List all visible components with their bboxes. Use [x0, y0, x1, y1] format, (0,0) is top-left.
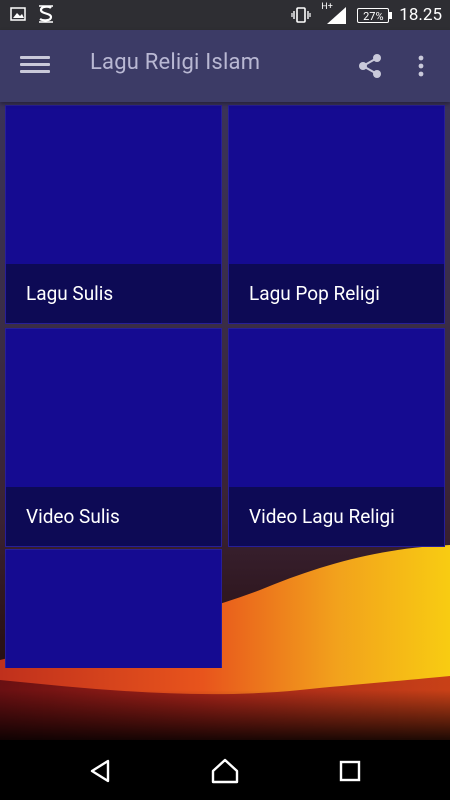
image-notification-icon — [10, 7, 26, 21]
tile-video-sulis[interactable]: Video Sulis — [5, 328, 222, 547]
status-bar: H+ 27% 18.25 — [0, 0, 450, 30]
app-title: Lagu Religi Islam — [90, 50, 261, 75]
back-button[interactable] — [84, 754, 118, 788]
tile-video-lagu-religi[interactable]: Video Lagu Religi — [228, 328, 445, 547]
battery-level: 27% — [363, 9, 384, 23]
tile-caption: Video Lagu Religi — [229, 487, 444, 546]
tile-caption: Lagu Pop Religi — [229, 264, 444, 323]
share-button[interactable] — [356, 52, 384, 80]
share-icon — [359, 54, 381, 78]
navigation-bar — [0, 740, 450, 800]
tile-caption: Video Sulis — [6, 487, 221, 546]
category-grid: Lagu Sulis Lagu Pop Religi Video Sulis V… — [0, 102, 450, 668]
more-vert-icon — [418, 55, 424, 77]
tile-fifth-partial[interactable] — [5, 549, 222, 668]
menu-button[interactable] — [20, 52, 50, 82]
app-bar: Lagu Religi Islam — [0, 30, 450, 102]
battery-icon: 27% — [357, 7, 393, 23]
menu-icon — [20, 56, 50, 73]
more-options-button[interactable] — [414, 52, 428, 80]
tile-caption: Lagu Sulis — [6, 264, 221, 323]
app-s-notification-icon — [39, 5, 53, 23]
back-triangle-icon — [90, 759, 110, 783]
recents-button[interactable] — [333, 754, 367, 788]
clock: 18.25 — [399, 5, 442, 25]
tile-lagu-pop-religi[interactable]: Lagu Pop Religi — [228, 105, 445, 324]
vibrate-icon — [291, 7, 311, 23]
signal-icon: H+ — [321, 2, 347, 25]
recents-square-icon — [339, 760, 361, 782]
home-icon — [211, 758, 239, 784]
home-button[interactable] — [208, 754, 242, 788]
tile-lagu-sulis[interactable]: Lagu Sulis — [5, 105, 222, 324]
